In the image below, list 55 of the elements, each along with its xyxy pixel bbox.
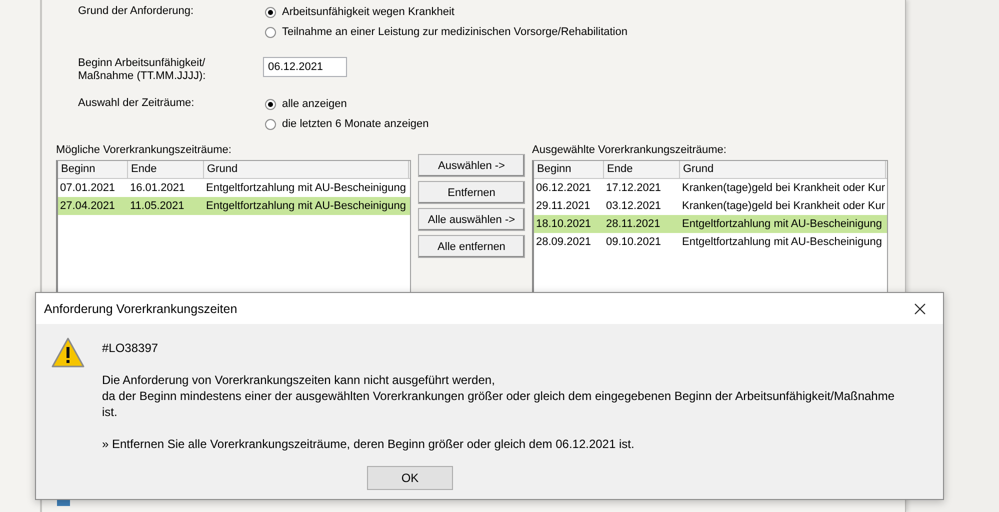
error-message: Die Anforderung von Vorerkrankungszeiten kann nicht ausgeführt werden, da der Beginn mindestens einer der ausgewählten Vorerkrankungen größer oder gleich dem eingegebenen Beginn der Arbeitsunfähigkeit/Maßnahme ist. <box>102 372 895 420</box>
table-cell-text: Entgeltfortzahlung mit AU-Bescheinigung <box>681 218 883 230</box>
radio-label: alle anzeigen <box>282 98 347 110</box>
error-code: #LO38397 <box>102 340 160 356</box>
field-label: Auswahl der Zeiträume: <box>78 97 196 111</box>
close-icon <box>914 302 926 314</box>
list-row[interactable]: 07.01.2021 16.01.2021 Entgeltfortzahlung mit AU-Bescheinigung <box>58 179 410 197</box>
table-cell-text: Entgeltfortzahlung mit AU-Bescheinigung <box>205 182 407 194</box>
radio-button[interactable] <box>265 26 276 38</box>
list-row[interactable]: 27.04.2021 11.05.2021 Entgeltfortzahlung mit AU-Bescheinigung <box>58 197 410 215</box>
list-row[interactable]: 28.09.2021 09.10.2021 Entgeltfortzahlung mit AU-Bescheinigung <box>534 233 887 251</box>
action-button[interactable]: Auswählen -> <box>418 154 525 177</box>
list-row[interactable]: 29.11.2021 03.12.2021 Kranken(tage)geld bei Krankheit oder Kur <box>534 197 887 215</box>
table-cell-text: 18.10.2021 <box>535 218 592 230</box>
date-field[interactable]: 06.12.2021 <box>263 57 347 77</box>
list-title: Mögliche Vorerkrankungszeiträume: <box>56 144 232 157</box>
dialog-title: Anforderung Vorerkrankungszeiten <box>44 302 238 316</box>
table-cell-text: 17.12.2021 <box>605 182 662 194</box>
action-button[interactable]: Alle auswählen -> <box>418 208 525 231</box>
column-header[interactable]: Ende <box>604 161 680 178</box>
action-button[interactable]: Alle entfernen <box>418 235 525 258</box>
table-cell-text: Entgeltfortzahlung mit AU-Bescheinigung <box>205 200 407 212</box>
radio-button[interactable] <box>265 118 276 130</box>
table-cell-text: 07.01.2021 <box>59 182 116 194</box>
table-cell-text: 28.09.2021 <box>535 236 592 248</box>
table-cell-text: 16.01.2021 <box>129 182 186 194</box>
column-header[interactable]: Grund <box>680 161 886 178</box>
list-row[interactable]: 18.10.2021 28.11.2021 Entgeltfortzahlung mit AU-Bescheinigung <box>534 215 887 233</box>
column-header[interactable]: Grund <box>204 161 409 178</box>
table-cell-text: 11.05.2021 <box>129 200 186 212</box>
table-cell-text: 09.10.2021 <box>605 236 662 248</box>
table-cell-text: Entgeltfortzahlung mit AU-Bescheinigung <box>681 236 883 248</box>
warning-icon <box>51 337 85 368</box>
radio-label: Arbeitsunfähigkeit wegen Krankheit <box>282 6 454 18</box>
radio-button[interactable] <box>265 98 276 110</box>
column-header[interactable]: Ende <box>128 161 204 178</box>
table-cell-text: Kranken(tage)geld bei Krankheit oder Kur <box>681 200 886 212</box>
table-cell-text: 27.04.2021 <box>59 200 116 212</box>
column-header[interactable]: Beginn <box>58 161 128 178</box>
radio-label: Teilnahme an einer Leistung zur medizinischen Vorsorge/Rehabilitation <box>282 26 628 38</box>
hint-text: » Entfernen Sie alle Vorerkrankungszeiträume, deren Beginn größer oder gleich dem 06.12.2021 ist. <box>102 436 636 452</box>
list-title: Ausgewählte Vorerkrankungszeiträume: <box>532 144 728 157</box>
radio-label: die letzten 6 Monate anzeigen <box>282 118 429 130</box>
field-label: Beginn Arbeitsunfähigkeit/ Maßnahme (TT.MM.JJJJ): <box>78 57 207 83</box>
column-header[interactable]: Beginn <box>534 161 604 178</box>
action-button[interactable]: Entfernen <box>418 181 525 204</box>
field-label: Grund der Anforderung: <box>78 5 195 19</box>
ok-button[interactable]: OK <box>367 466 453 490</box>
table-cell-text: 29.11.2021 <box>535 200 592 212</box>
list-row[interactable]: 06.12.2021 17.12.2021 Kranken(tage)geld bei Krankheit oder Kur <box>534 179 887 197</box>
table-cell-text: 03.12.2021 <box>605 200 662 212</box>
radio-button[interactable] <box>265 6 276 18</box>
table-cell-text: Kranken(tage)geld bei Krankheit oder Kur <box>681 182 886 194</box>
table-cell-text: 06.12.2021 <box>535 182 592 194</box>
table-cell-text: 28.11.2021 <box>605 218 662 230</box>
